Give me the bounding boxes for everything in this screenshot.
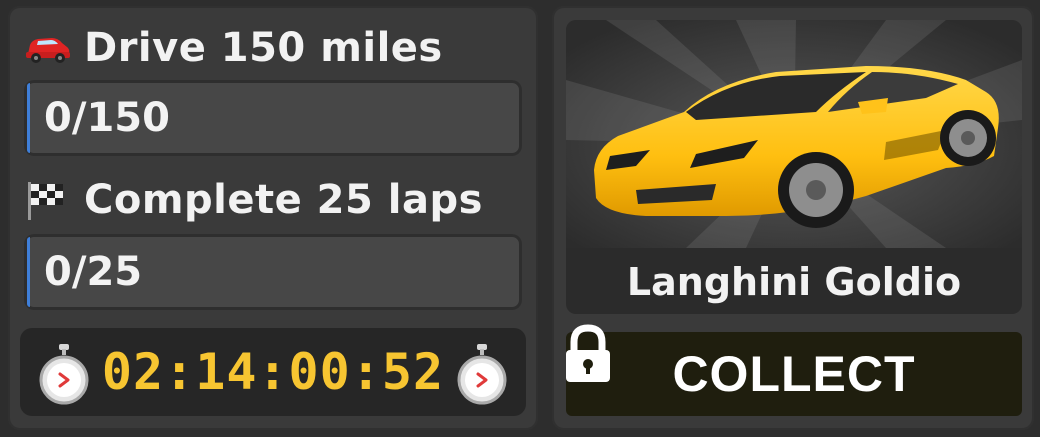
task-drive-progress-text: 0/150 [44,95,170,141]
padlock-icon [566,324,610,382]
reward-car-image [566,20,1022,248]
countdown-timer: 02:14:00:52 [20,328,526,416]
timer-value: 02:14:00:52 [101,343,445,401]
progress-fill [27,237,30,307]
car-icon [22,22,78,74]
task-drive-title: Drive 150 miles [22,18,443,78]
stopwatch-icon [457,344,507,405]
task-drive-label: Drive 150 miles [84,25,443,71]
task-laps-progress-bar: 0/25 [24,234,522,310]
task-laps-progress-text: 0/25 [44,249,143,295]
task-laps-title: Complete 25 laps [22,170,483,230]
reward-card: Langhini Goldio [566,20,1022,314]
task-drive-progress-bar: 0/150 [24,80,522,156]
task-laps-label: Complete 25 laps [84,177,483,223]
collect-button[interactable]: COLLECT [566,332,1022,416]
reward-panel: Langhini Goldio COLLECT [552,6,1034,430]
checkered-flag-icon [22,174,78,226]
challenges-panel: Drive 150 miles 0/150 Complete 25 laps 0… [8,6,538,430]
reward-name: Langhini Goldio [626,260,962,304]
progress-fill [27,83,30,153]
